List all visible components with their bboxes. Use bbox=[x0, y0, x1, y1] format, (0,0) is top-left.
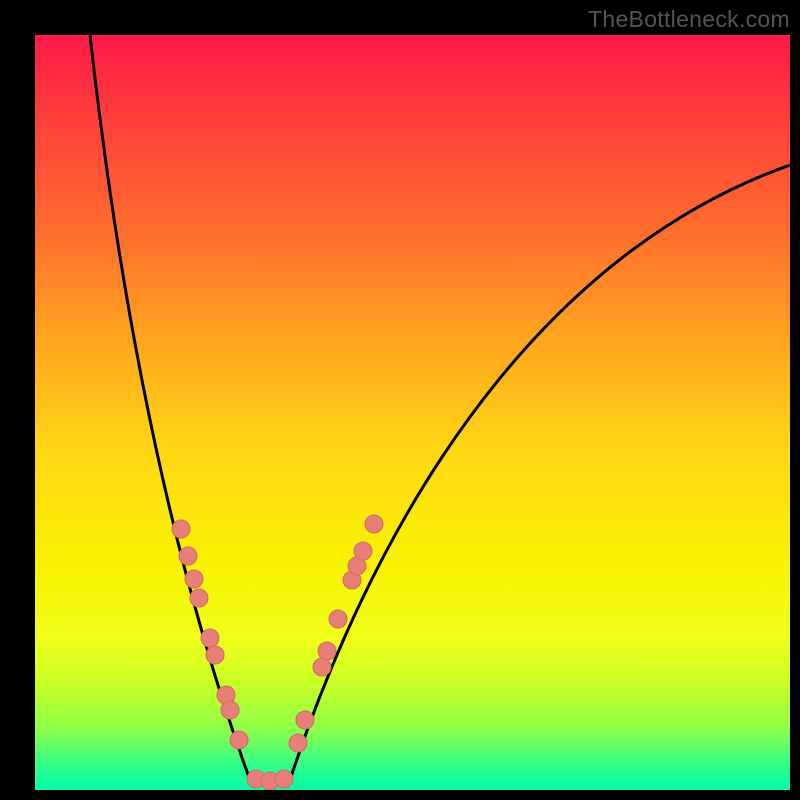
dot bbox=[201, 629, 219, 647]
dot bbox=[190, 589, 208, 607]
dot bbox=[329, 610, 347, 628]
bottleneck-curve-svg bbox=[35, 35, 790, 790]
dot bbox=[230, 731, 248, 749]
chart-frame: TheBottleneck.com bbox=[0, 0, 800, 800]
dot bbox=[289, 734, 307, 752]
dot bbox=[365, 515, 383, 533]
dot bbox=[354, 542, 372, 560]
dot bbox=[221, 701, 239, 719]
dot bbox=[206, 646, 224, 664]
dot bbox=[179, 547, 197, 565]
dot bbox=[185, 570, 203, 588]
data-dots bbox=[172, 515, 383, 790]
watermark-text: TheBottleneck.com bbox=[588, 6, 790, 33]
plot-area bbox=[35, 35, 790, 790]
dot bbox=[313, 658, 331, 676]
bottleneck-curve bbox=[90, 35, 790, 780]
dot bbox=[275, 770, 293, 788]
dot bbox=[318, 642, 336, 660]
dot bbox=[172, 520, 190, 538]
dot bbox=[296, 711, 314, 729]
